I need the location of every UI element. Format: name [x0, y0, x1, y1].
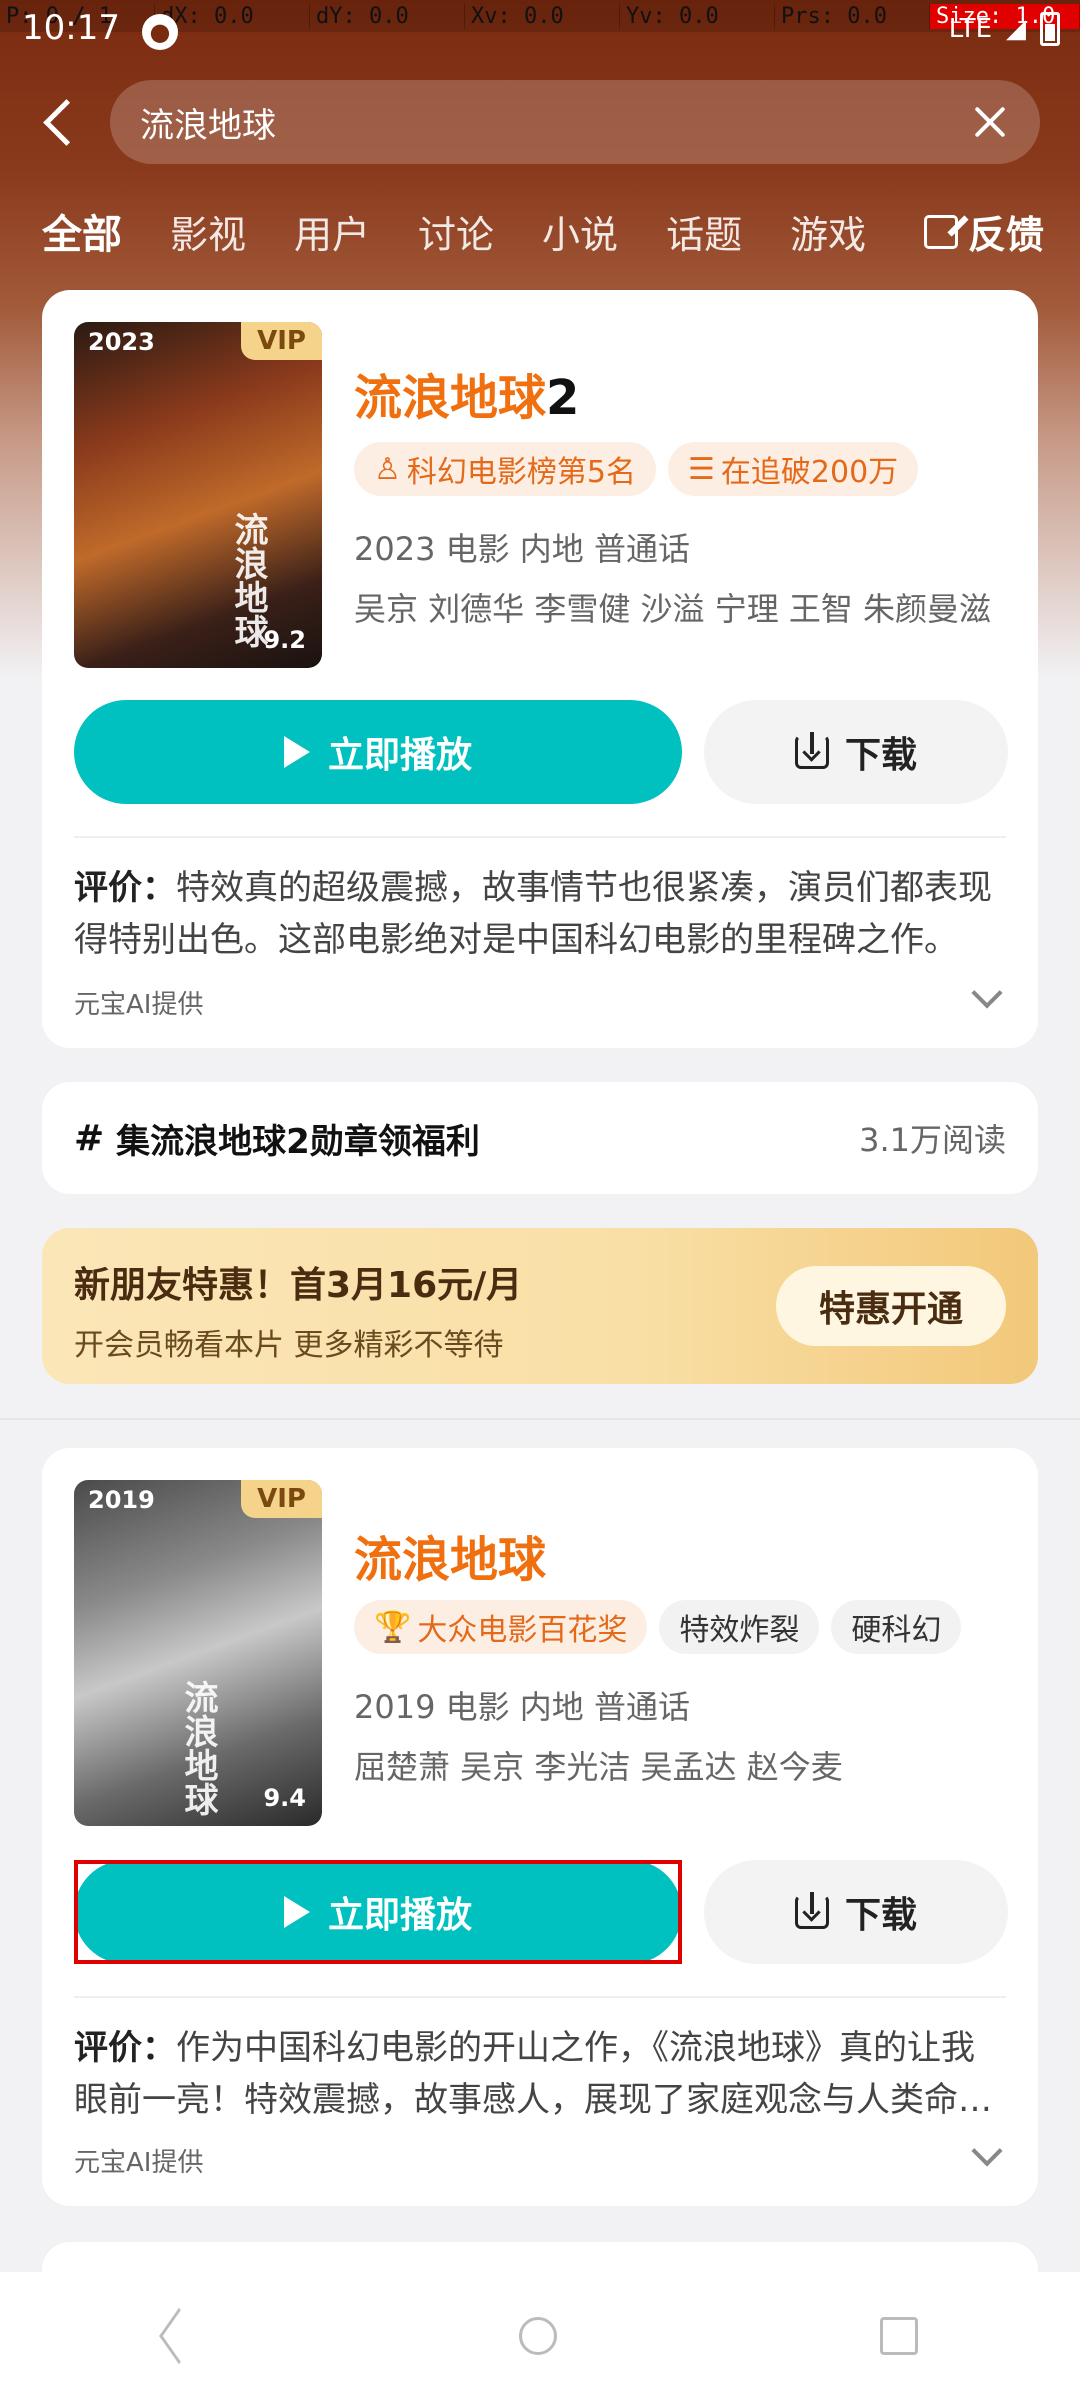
ai-source-label: 元宝AI提供: [74, 990, 204, 1020]
nav-recent-icon[interactable]: [880, 2317, 919, 2355]
debug-yv: Yv: 0.0: [620, 3, 775, 29]
movie-meta: 2023 电影 内地 普通话: [354, 530, 690, 568]
vip-badge: VIP: [241, 1480, 322, 1518]
status-icons: LTE ◢: [949, 12, 1060, 46]
movie-meta: 2019 电影 内地 普通话: [354, 1688, 690, 1726]
tab-topics[interactable]: 话题: [666, 204, 742, 259]
play-icon: [283, 1896, 310, 1928]
search-box[interactable]: [110, 80, 1040, 164]
tab-all[interactable]: 全部: [42, 202, 122, 260]
poster-title-art: 流浪地球: [178, 1680, 218, 1816]
topic-reads: 3.1万阅读: [859, 1121, 1006, 1159]
feedback-button[interactable]: 反馈: [923, 204, 1044, 259]
rank-tag[interactable]: ♙ 科幻电影榜第5名: [354, 442, 656, 496]
status-time: 10:17: [22, 8, 120, 48]
debug-xv: Xv: 0.0: [465, 3, 620, 29]
review-label: 评价：: [74, 868, 176, 908]
movie-poster[interactable]: 2019 VIP 流浪地球 9.4: [74, 1480, 322, 1826]
ai-review[interactable]: 评价：作为中国科幻电影的开山之作，《流浪地球》真的让我眼前一亮！特效震撼，故事感…: [74, 2022, 1006, 2126]
tag-label: 大众电影百花奖: [417, 1613, 628, 1648]
feedback-label: 反馈: [967, 213, 1044, 257]
signal-icon: ◢: [1006, 14, 1026, 44]
battery-icon: [1040, 12, 1060, 46]
movie-tags: 🏆 大众电影百花奖 特效炸裂 硬科幻: [354, 1600, 962, 1654]
tab-games[interactable]: 游戏: [790, 204, 866, 259]
back-button[interactable]: [40, 96, 84, 148]
vip-promo-banner[interactable]: 新朋友特惠！首3月16元/月 开会员畅看本片 更多精彩不等待 特惠开通: [42, 1228, 1038, 1384]
debug-dy: dY: 0.0: [310, 3, 465, 29]
list-icon: ☰: [688, 451, 715, 487]
genre-tag[interactable]: 硬科幻: [831, 1600, 962, 1654]
award-tag[interactable]: 🏆 大众电影百花奖: [354, 1600, 648, 1654]
ai-source-label: 元宝AI提供: [74, 2148, 204, 2178]
promo-subtitle: 开会员畅看本片 更多精彩不等待: [74, 1328, 504, 1363]
vip-badge: VIP: [241, 322, 322, 360]
review-text: 作为中国科幻电影的开山之作，《流浪地球》真的让我眼前一亮！特效震撼，故事感人，展…: [74, 2028, 975, 2120]
download-icon: [794, 1892, 829, 1929]
movie-cast: 吴京 刘德华 李雪健 沙溢 宁理 王智 朱颜曼滋: [354, 590, 992, 628]
hashtag-icon: #: [74, 1117, 105, 1159]
promo-title: 新朋友特惠！首3月16元/月: [74, 1265, 523, 1306]
download-label: 下载: [844, 735, 917, 776]
trophy-icon: 🏆: [374, 1609, 412, 1645]
poster-score: 9.2: [263, 626, 306, 654]
section-divider: [0, 1418, 1080, 1420]
movie-poster[interactable]: 2023 VIP 流浪地球 9.2: [74, 322, 322, 668]
chevron-down-icon[interactable]: [971, 2135, 1003, 2167]
play-label: 立即播放: [327, 1895, 472, 1936]
nav-home-icon[interactable]: [518, 2317, 557, 2355]
movie-title[interactable]: 流浪地球: [354, 1520, 546, 1590]
system-nav-bar: [0, 2272, 1080, 2400]
tag-label: 科幻电影榜第5名: [406, 455, 636, 490]
poster-year: 2019: [88, 1486, 155, 1514]
movie-title-main: 流浪地球: [354, 1532, 547, 1588]
movie-cast: 屈楚萧 吴京 李光洁 吴孟达 赵今麦: [354, 1748, 843, 1786]
promo-activate-button[interactable]: 特惠开通: [776, 1266, 1006, 1346]
tab-novel[interactable]: 小说: [542, 204, 618, 259]
feature-tag[interactable]: 特效炸裂: [659, 1600, 820, 1654]
divider: [74, 836, 1006, 838]
tab-discussion[interactable]: 讨论: [418, 204, 494, 259]
review-text: 特效真的超级震撼，故事情节也很紧凑，演员们都表现得特别出色。这部电影绝对是中国科…: [74, 868, 992, 960]
popularity-tag[interactable]: ☰ 在追破200万: [668, 442, 919, 496]
review-label: 评价：: [74, 2028, 176, 2068]
category-tabs: 全部 影视 用户 讨论 小说 话题 游戏 反馈: [0, 196, 1080, 266]
play-now-button[interactable]: 立即播放: [74, 700, 682, 804]
movie-title-suffix: 2: [546, 370, 580, 426]
movie-title[interactable]: 流浪地球2: [354, 358, 579, 428]
search-input[interactable]: [140, 102, 970, 142]
ranking-icon: ♙: [374, 451, 401, 487]
play-label: 立即播放: [327, 735, 472, 776]
chevron-down-icon[interactable]: [971, 977, 1003, 1009]
download-icon: [794, 732, 829, 769]
tag-label: 在追破200万: [720, 455, 899, 490]
edit-icon: [923, 214, 958, 249]
divider: [74, 1996, 1006, 1998]
ai-review[interactable]: 评价：特效真的超级震撼，故事情节也很紧凑，演员们都表现得特别出色。这部电影绝对是…: [74, 862, 1006, 966]
clear-icon[interactable]: [970, 102, 1010, 142]
movie-tags: ♙ 科幻电影榜第5名 ☰ 在追破200万: [354, 442, 919, 496]
debug-prs: Prs: 0.0: [775, 3, 930, 29]
app-notification-icon: ●: [142, 14, 178, 50]
download-button[interactable]: 下载: [704, 700, 1008, 804]
movie-card-1[interactable]: 2023 VIP 流浪地球 9.2 流浪地球2 ♙ 科幻电影榜第5名 ☰ 在追破20…: [42, 290, 1038, 1048]
movie-title-main: 流浪地球: [354, 370, 547, 426]
tab-video[interactable]: 影视: [170, 204, 246, 259]
nav-back-icon[interactable]: [158, 2307, 199, 2365]
tab-users[interactable]: 用户: [294, 204, 370, 259]
play-icon: [283, 736, 310, 768]
debug-dx: dX: 0.0: [155, 3, 310, 29]
topic-title: 集流浪地球2勋章领福利: [116, 1121, 480, 1162]
play-now-button[interactable]: 立即播放: [74, 1860, 682, 1964]
network-label: LTE: [948, 14, 992, 44]
poster-year: 2023: [88, 328, 155, 356]
poster-score: 9.4: [263, 1784, 306, 1812]
download-button[interactable]: 下载: [704, 1860, 1008, 1964]
movie-card-2[interactable]: 2019 VIP 流浪地球 9.4 流浪地球 🏆 大众电影百花奖 特效炸裂 硬科幻…: [42, 1448, 1038, 2206]
topic-card[interactable]: # 集流浪地球2勋章领福利 3.1万阅读: [42, 1082, 1038, 1194]
download-label: 下载: [844, 1895, 917, 1936]
